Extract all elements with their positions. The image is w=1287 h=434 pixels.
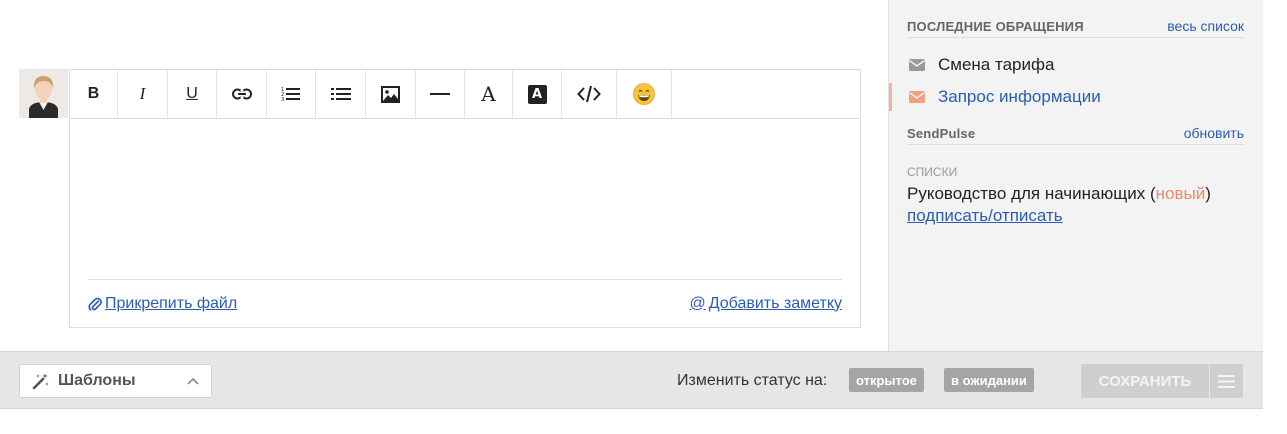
hamburger-menu-icon: [1218, 374, 1235, 388]
unordered-list-icon: [330, 88, 351, 100]
mailing-list-status: новый: [1155, 184, 1206, 203]
ordered-list-button[interactable]: 123: [267, 70, 316, 118]
code-icon: [577, 85, 601, 103]
all-requests-link[interactable]: весь список: [1167, 18, 1244, 34]
italic-button[interactable]: I: [118, 70, 168, 118]
ticket-reply-panel: B I U 123 A A Прикрепить файл @ Добавить…: [0, 0, 1287, 434]
horizontal-rule-button[interactable]: [416, 70, 465, 118]
avatar: [19, 69, 68, 118]
magic-wand-icon: [32, 373, 49, 390]
message-editor[interactable]: B I U 123 A A Прикрепить файл @ Добавить…: [69, 69, 861, 328]
templates-label: Шаблоны: [58, 372, 136, 389]
underline-button[interactable]: U: [168, 70, 217, 118]
add-note-link[interactable]: @ Добавить заметку: [689, 295, 842, 313]
image-icon: [381, 85, 400, 103]
link-button[interactable]: [217, 70, 267, 118]
link-icon: [231, 88, 252, 100]
text-color-button[interactable]: A: [465, 70, 513, 118]
ordered-list-icon: 123: [281, 87, 300, 102]
recent-request-item[interactable]: Смена тарифа: [889, 51, 1244, 79]
ticket-sidebar: ПОСЛЕДНИЕ ОБРАЩЕНИЯ весь список Смена та…: [888, 0, 1263, 351]
at-sign-icon: @: [689, 294, 706, 312]
status-open-button[interactable]: открытое: [849, 368, 924, 392]
save-options-button[interactable]: [1210, 364, 1243, 398]
background-color-button[interactable]: A: [513, 70, 562, 118]
recent-request-label: Смена тарифа: [938, 55, 1055, 74]
mailing-list-entry: Руководство для начинающих (новый): [907, 184, 1211, 204]
action-bar: Шаблоны Изменить статус на: открытое в о…: [0, 351, 1263, 409]
horizontal-rule-icon: [430, 93, 450, 95]
recent-requests-title: ПОСЛЕДНИЕ ОБРАЩЕНИЯ: [907, 19, 1084, 34]
mailing-list-name: Руководство для начинающих (: [907, 184, 1156, 203]
code-button[interactable]: [562, 70, 617, 118]
attach-file-link[interactable]: Прикрепить файл: [88, 295, 237, 313]
recent-request-label: Запрос информации: [938, 87, 1101, 106]
chevron-up-icon: [187, 377, 199, 385]
background-color-icon: A: [527, 84, 547, 104]
add-note-label: Добавить заметку: [708, 294, 842, 312]
status-pending-button[interactable]: в ожидании: [944, 368, 1034, 392]
italic-icon: I: [139, 84, 146, 103]
bold-icon: B: [87, 85, 100, 102]
lists-label: СПИСКИ: [907, 165, 958, 179]
sendpulse-header: SendPulse обновить: [907, 125, 1244, 145]
refresh-link[interactable]: обновить: [1184, 125, 1244, 141]
text-color-icon: A: [481, 82, 496, 106]
bold-button[interactable]: B: [70, 70, 118, 118]
emoji-button[interactable]: [617, 70, 672, 118]
templates-dropdown[interactable]: Шаблоны: [19, 364, 212, 398]
image-button[interactable]: [366, 70, 416, 118]
mailing-list-close: ): [1205, 184, 1211, 203]
underline-icon: U: [186, 85, 198, 102]
subscribe-toggle-link[interactable]: подписать/отписать: [907, 206, 1063, 226]
paperclip-icon: [88, 297, 102, 311]
save-button[interactable]: СОХРАНИТЬ: [1081, 364, 1209, 398]
envelope-icon: [909, 91, 925, 103]
envelope-icon: [909, 59, 925, 71]
svg-text:3: 3: [281, 97, 284, 102]
editor-toolbar: B I U 123 A A: [70, 70, 860, 119]
attach-file-label: Прикрепить файл: [105, 294, 238, 312]
unordered-list-button[interactable]: [316, 70, 366, 118]
change-status-label: Изменить статус на:: [677, 372, 828, 389]
recent-requests-header: ПОСЛЕДНИЕ ОБРАЩЕНИЯ весь список: [907, 18, 1244, 38]
editor-footer: Прикрепить файл @ Добавить заметку: [88, 279, 842, 327]
reply-area: B I U 123 A A Прикрепить файл @ Добавить…: [0, 0, 888, 351]
emoji-icon: [633, 83, 655, 105]
sendpulse-title: SendPulse: [907, 126, 976, 141]
recent-request-item-active[interactable]: Запрос информации: [889, 83, 1244, 111]
